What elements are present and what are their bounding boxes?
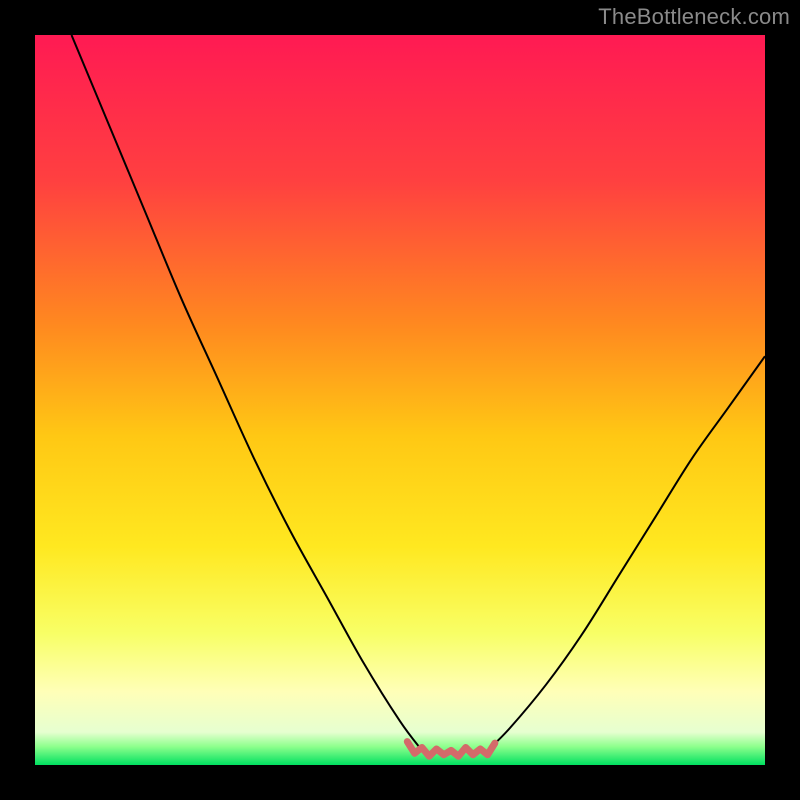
plot-area	[35, 35, 765, 765]
chart-frame: TheBottleneck.com	[0, 0, 800, 800]
chart-svg	[35, 35, 765, 765]
watermark-text: TheBottleneck.com	[598, 4, 790, 30]
gradient-background	[35, 35, 765, 765]
